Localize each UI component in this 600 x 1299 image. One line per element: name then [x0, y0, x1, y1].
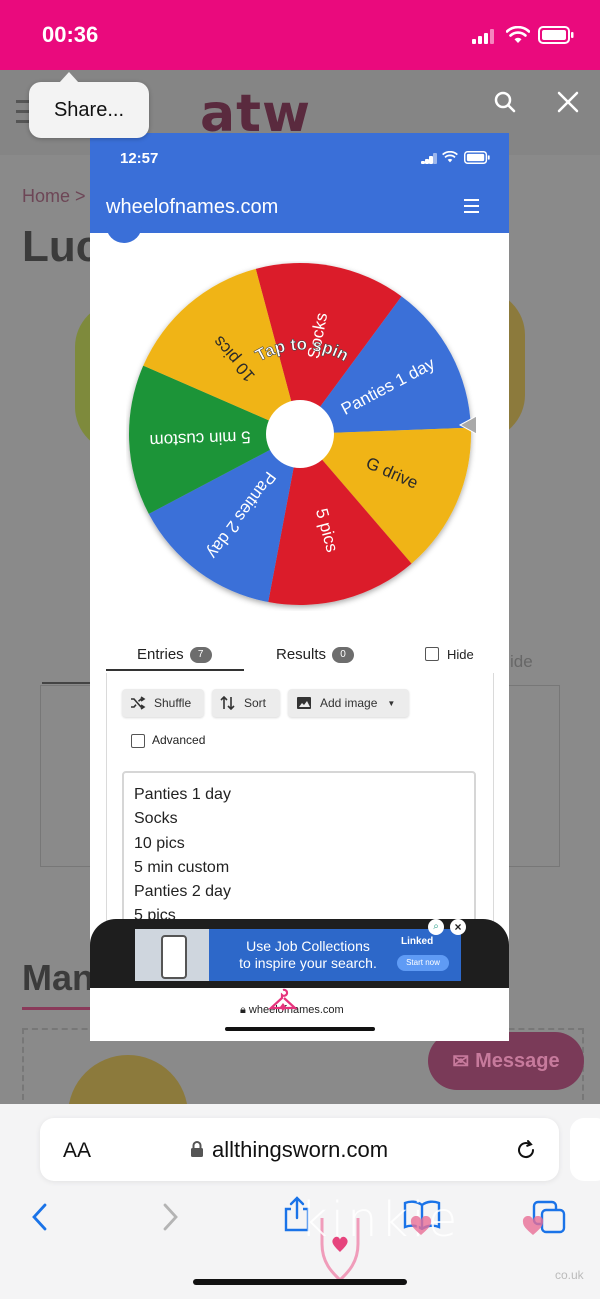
sort-icon: [220, 696, 235, 710]
entry-item: 5 min custom: [134, 858, 230, 876]
ad-close-icon[interactable]: ×: [450, 919, 466, 935]
watermark-sub: co.uk: [555, 1268, 584, 1282]
tab-results[interactable]: Results 0: [276, 646, 355, 664]
address-url: allthingsworn.com: [212, 1137, 389, 1162]
ad-brand: Linked: [401, 936, 434, 947]
background-hide-label: ide: [510, 652, 533, 671]
sort-label: Sort: [244, 696, 267, 710]
status-time: 00:36: [42, 22, 99, 47]
next-tab-peek[interactable]: [570, 1118, 600, 1181]
inner-fab-partial: [106, 221, 142, 243]
results-count-badge: 0: [332, 647, 355, 664]
ad-line1: Use Job Collections: [246, 938, 370, 954]
message-label: Message: [475, 1049, 560, 1072]
hanger-logo-icon: [268, 988, 298, 1011]
search-icon[interactable]: [493, 90, 517, 114]
add-image-label: Add image: [320, 696, 378, 710]
home-indicator: [193, 1279, 407, 1285]
reader-aa-button[interactable]: AA: [63, 1139, 91, 1163]
caret-down-icon: ▼: [387, 698, 396, 708]
shuffle-icon: [131, 696, 146, 710]
reload-icon[interactable]: [514, 1138, 538, 1162]
advanced-label: Advanced: [152, 733, 206, 747]
entries-count-badge: 7: [189, 647, 212, 664]
wheel-center: [266, 400, 334, 468]
share-label: Share...: [53, 98, 125, 121]
close-icon[interactable]: [556, 90, 580, 114]
page-title: Luc: [22, 222, 101, 271]
ad-line2: to inspire your search.: [239, 955, 377, 971]
ad-image: [135, 929, 209, 981]
breadcrumb: Home >: [22, 186, 86, 206]
adchoices-icon[interactable]: ⌕: [428, 919, 444, 935]
wifi-icon: [506, 26, 530, 43]
shared-screenshot: 12:57 wheelofnames.com SocksPanties 1 d: [90, 133, 509, 1041]
forward-icon[interactable]: [160, 1202, 180, 1232]
hide-label: Hide: [447, 647, 474, 662]
entry-item: Panties 2 day: [134, 883, 231, 901]
hide-checkbox[interactable]: [425, 647, 439, 661]
section-title: Man: [22, 957, 94, 998]
inner-app-bar: wheelofnames.com: [90, 181, 509, 233]
inner-status-time: 12:57: [120, 150, 159, 167]
status-bar: 00:36: [0, 0, 600, 70]
inner-cellular-icon: [421, 153, 437, 164]
wheel-segment-label: 5 min custom: [149, 427, 251, 450]
add-image-button[interactable]: Add image ▼: [288, 689, 409, 717]
entries-list: Panties 1 day Socks 10 pics 5 min custom Pan…: [134, 783, 231, 929]
tab-entries[interactable]: Entries 7: [137, 646, 212, 664]
image-icon: [297, 697, 311, 709]
heart-icon: [522, 1216, 544, 1235]
inner-bottom-bar: 🔒︎ wheelofnames.com: [90, 988, 509, 1041]
spin-wheel[interactable]: SocksPanties 1 dayG drive5 picsPanties 2…: [126, 261, 476, 611]
shuffle-button[interactable]: Shuffle: [122, 689, 204, 717]
address-bar[interactable]: AA allthingsworn.com: [40, 1118, 559, 1181]
tab-results-label: Results: [276, 646, 327, 663]
shuffle-label: Shuffle: [154, 696, 192, 710]
advanced-checkbox[interactable]: [131, 734, 145, 748]
inner-site-title: wheelofnames.com: [106, 196, 279, 218]
inner-battery-icon: [464, 151, 490, 164]
back-icon[interactable]: [30, 1202, 50, 1232]
ad-banner[interactable]: Use Job Collections to inspire your sear…: [135, 929, 461, 981]
ad-cta-button[interactable]: Start now: [397, 955, 449, 971]
lock-icon: 🔒︎: [240, 1004, 249, 1016]
share-tooltip[interactable]: Share...: [29, 72, 149, 138]
inner-home-indicator: [225, 1027, 375, 1031]
sort-button[interactable]: Sort: [212, 689, 280, 717]
lock-icon: [191, 1141, 203, 1157]
inner-status-bar: 12:57: [90, 133, 509, 181]
active-tab-indicator: [106, 669, 244, 671]
entry-item: 10 pics: [134, 834, 185, 852]
entry-item: Socks: [134, 810, 178, 828]
battery-icon: [538, 26, 574, 44]
tab-entries-label: Entries: [137, 646, 184, 663]
watermark-brand: kinkie: [300, 1192, 461, 1248]
hamburger-icon[interactable]: [464, 199, 479, 217]
cellular-signal-icon: [472, 28, 496, 44]
section-underline: [22, 1007, 92, 1010]
heart-icon: [410, 1216, 432, 1235]
envelope-icon: ✉: [452, 1050, 470, 1073]
entry-item: Panties 1 day: [134, 786, 231, 803]
inner-wifi-icon: [442, 151, 458, 163]
